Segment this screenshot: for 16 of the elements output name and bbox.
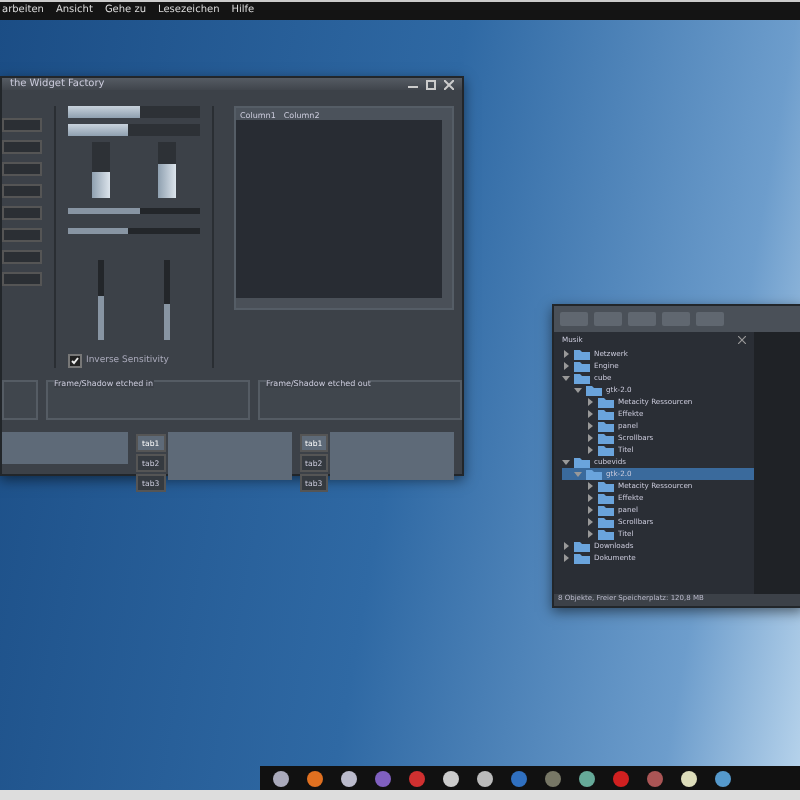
maximize-icon[interactable] <box>426 79 436 89</box>
notebook-page <box>2 432 128 464</box>
vertical-slider[interactable] <box>164 260 170 340</box>
slider-fill[interactable] <box>68 228 128 234</box>
close-icon[interactable] <box>444 79 454 89</box>
checkbox[interactable] <box>68 354 82 368</box>
notebook-page <box>167 432 291 480</box>
vertical-slider[interactable] <box>98 260 104 340</box>
notebook-page <box>330 432 454 480</box>
slider-fill[interactable] <box>68 208 141 214</box>
slider-fill[interactable] <box>164 304 170 340</box>
slider-fill[interactable] <box>98 296 104 340</box>
slider[interactable] <box>68 208 200 214</box>
slider[interactable] <box>68 228 200 234</box>
close-icon[interactable] <box>738 336 746 344</box>
scrollbar[interactable] <box>236 298 452 308</box>
